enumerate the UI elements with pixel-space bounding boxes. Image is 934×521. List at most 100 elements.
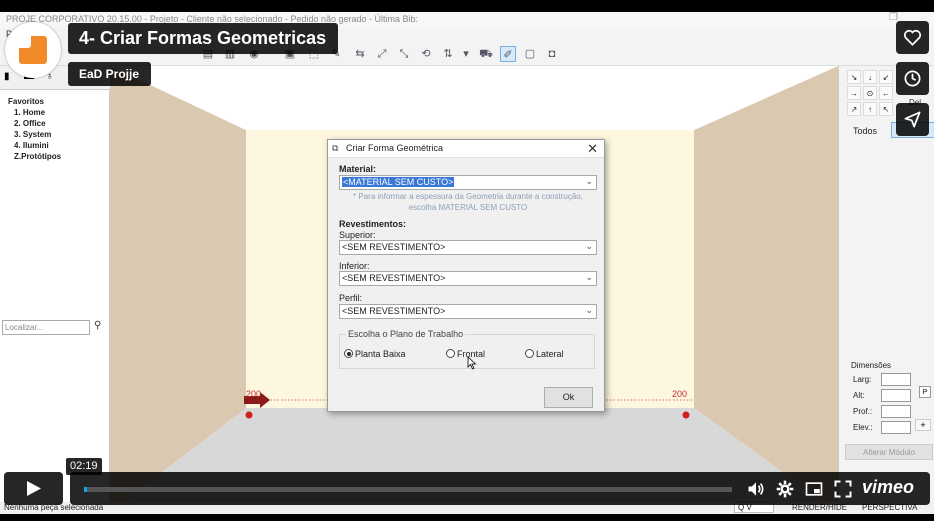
dimension-input[interactable]: [881, 421, 911, 434]
library-tree: Favoritos 1. Home 2. Office 3. System 4. Ilu…: [8, 96, 61, 162]
inferior-value: <SEM REVESTIMENTO>: [342, 273, 446, 283]
tree-item[interactable]: 4. Ilumini: [8, 140, 61, 151]
perfil-value: <SEM REVESTIMENTO>: [342, 306, 446, 316]
close-icon[interactable]: ✕: [587, 141, 598, 157]
watch-later-button[interactable]: [896, 62, 929, 95]
nudge-arrow-icon[interactable]: ↓: [863, 70, 877, 84]
tree-item[interactable]: 1. Home: [8, 107, 61, 118]
dialog-titlebar: ⧉ Criar Forma Geométrica ✕: [328, 140, 604, 158]
dimension-marker-left: 200: [246, 389, 261, 399]
gear-icon[interactable]: [775, 479, 795, 499]
plane-radio[interactable]: Frontal: [446, 349, 485, 359]
play-icon: [27, 481, 41, 496]
material-select[interactable]: <MATERIAL SEM CUSTO> ⌄: [339, 175, 597, 190]
play-button[interactable]: [4, 472, 63, 505]
dimension-label: Elev.:: [853, 423, 873, 432]
proportion-button[interactable]: P: [919, 386, 931, 398]
toolbar-tool-icon[interactable]: ⤢: [374, 46, 390, 62]
ok-button[interactable]: Ok: [544, 387, 593, 408]
toolbar-draw-icon[interactable]: ✐: [500, 46, 516, 62]
video-author[interactable]: EaD Projje: [68, 62, 152, 86]
library-panel: ▮ ▬ ♁ Favoritos1. Home2. Office3. System…: [0, 66, 110, 512]
tree-item[interactable]: 2. Office: [8, 118, 61, 129]
dimension-label: Prof.:: [853, 407, 873, 416]
radio-dot[interactable]: [446, 349, 455, 358]
volume-icon[interactable]: [746, 479, 766, 499]
toolbar-tool-icon[interactable]: ⤡: [396, 46, 412, 62]
tree-item[interactable]: Z.Protótipos: [8, 151, 61, 162]
toolbar-tool-icon[interactable]: ⇆: [352, 46, 368, 62]
nudge-arrow-icon[interactable]: ↖: [879, 102, 893, 116]
dialog-icon: ⧉: [332, 143, 339, 153]
camera-icon[interactable]: ◘: [544, 46, 560, 62]
inferior-label: Inferior:: [339, 261, 370, 271]
tree-item[interactable]: 3. System: [8, 129, 61, 140]
nudge-arrow-icon[interactable]: ←: [879, 86, 893, 100]
chevron-down-icon[interactable]: ▾: [458, 46, 474, 62]
mouse-cursor-icon: [467, 356, 477, 370]
radio-dot[interactable]: [344, 349, 353, 358]
chevron-down-icon[interactable]: ⌄: [585, 272, 593, 283]
tree-item[interactable]: Favoritos: [8, 96, 61, 107]
heart-icon: [903, 29, 922, 46]
chevron-down-icon[interactable]: ⌄: [585, 305, 593, 316]
radio-dot[interactable]: [525, 349, 534, 358]
search-input[interactable]: Localizar...: [2, 320, 90, 335]
material-label: Material:: [339, 164, 377, 174]
pip-icon[interactable]: [804, 479, 824, 499]
radio-label: Lateral: [536, 349, 564, 359]
nudge-arrow-icon[interactable]: ↑: [863, 102, 877, 116]
player-controls: vimeo: [70, 472, 930, 505]
dimensions-title: Dimensões: [851, 361, 892, 370]
superior-select[interactable]: <SEM REVESTIMENTO> ⌄: [339, 240, 597, 255]
tab-todos[interactable]: Todos: [853, 126, 877, 136]
dimension-label: Larg:: [853, 375, 872, 384]
radio-label: Planta Baixa: [355, 349, 406, 359]
toolbar-tool-icon[interactable]: ⇅: [440, 46, 456, 62]
dimension-input[interactable]: [881, 373, 911, 386]
video-frame: PROJE CORPORATIVO 20.15.00 - Projeto - C…: [0, 0, 934, 521]
chevron-down-icon[interactable]: ⌄: [585, 241, 593, 252]
nudge-arrow-icon[interactable]: ↙: [879, 70, 893, 84]
inferior-select[interactable]: <SEM REVESTIMENTO> ⌄: [339, 271, 597, 286]
dimension-label: Alt:: [853, 391, 865, 400]
toolbar-tool-icon[interactable]: ⛟: [478, 46, 494, 62]
nudge-arrow-icon[interactable]: ⊙: [863, 86, 877, 100]
revestimentos-label: Revestimentos:: [339, 219, 407, 229]
nudge-arrow-icon[interactable]: ↗: [847, 102, 861, 116]
dimension-input[interactable]: [881, 405, 911, 418]
projje-logo-icon: [19, 36, 47, 64]
progress-bar[interactable]: [84, 487, 732, 492]
material-value: <MATERIAL SEM CUSTO>: [342, 177, 455, 187]
perfil-label: Perfil:: [339, 293, 363, 303]
plane-radio[interactable]: Planta Baixa: [344, 349, 406, 359]
share-button[interactable]: [896, 103, 929, 136]
plane-radio[interactable]: Lateral: [525, 349, 564, 359]
superior-label: Superior:: [339, 230, 376, 240]
alterar-modulo-button[interactable]: Alterar Módulo: [845, 444, 933, 460]
material-hint: * Para informar a espessura da Geometria…: [353, 192, 583, 212]
fullscreen-icon[interactable]: [833, 479, 853, 499]
perfil-select[interactable]: <SEM REVESTIMENTO> ⌄: [339, 304, 597, 319]
clock-icon: [904, 70, 921, 87]
tab-icon[interactable]: ▮: [4, 71, 10, 82]
like-button[interactable]: [896, 21, 929, 54]
dimension-input[interactable]: [881, 389, 911, 402]
plus-button[interactable]: +: [915, 419, 931, 431]
progress-fill: [84, 487, 88, 492]
dialog-title: Criar Forma Geométrica: [346, 143, 444, 153]
chevron-down-icon[interactable]: ⌄: [585, 176, 593, 187]
plane-legend: Escolha o Plano de Trabalho: [346, 329, 466, 339]
letterbox-top: [0, 0, 934, 12]
toolbar-tool-icon[interactable]: ⟲: [418, 46, 434, 62]
criar-forma-dialog: ⧉ Criar Forma Geométrica ✕ Material: <MA…: [327, 139, 605, 412]
nudge-arrow-icon[interactable]: ↘: [847, 70, 861, 84]
search-icon[interactable]: ⚲: [94, 320, 101, 331]
send-icon: [904, 111, 921, 128]
vimeo-logo[interactable]: vimeo: [862, 477, 914, 498]
superior-value: <SEM REVESTIMENTO>: [342, 242, 446, 252]
letterbox-bottom: [0, 514, 934, 521]
video-title[interactable]: 4- Criar Formas Geometricas: [68, 23, 339, 54]
toolbar-tool-icon[interactable]: ▢: [522, 46, 538, 62]
nudge-arrow-icon[interactable]: →: [847, 86, 861, 100]
